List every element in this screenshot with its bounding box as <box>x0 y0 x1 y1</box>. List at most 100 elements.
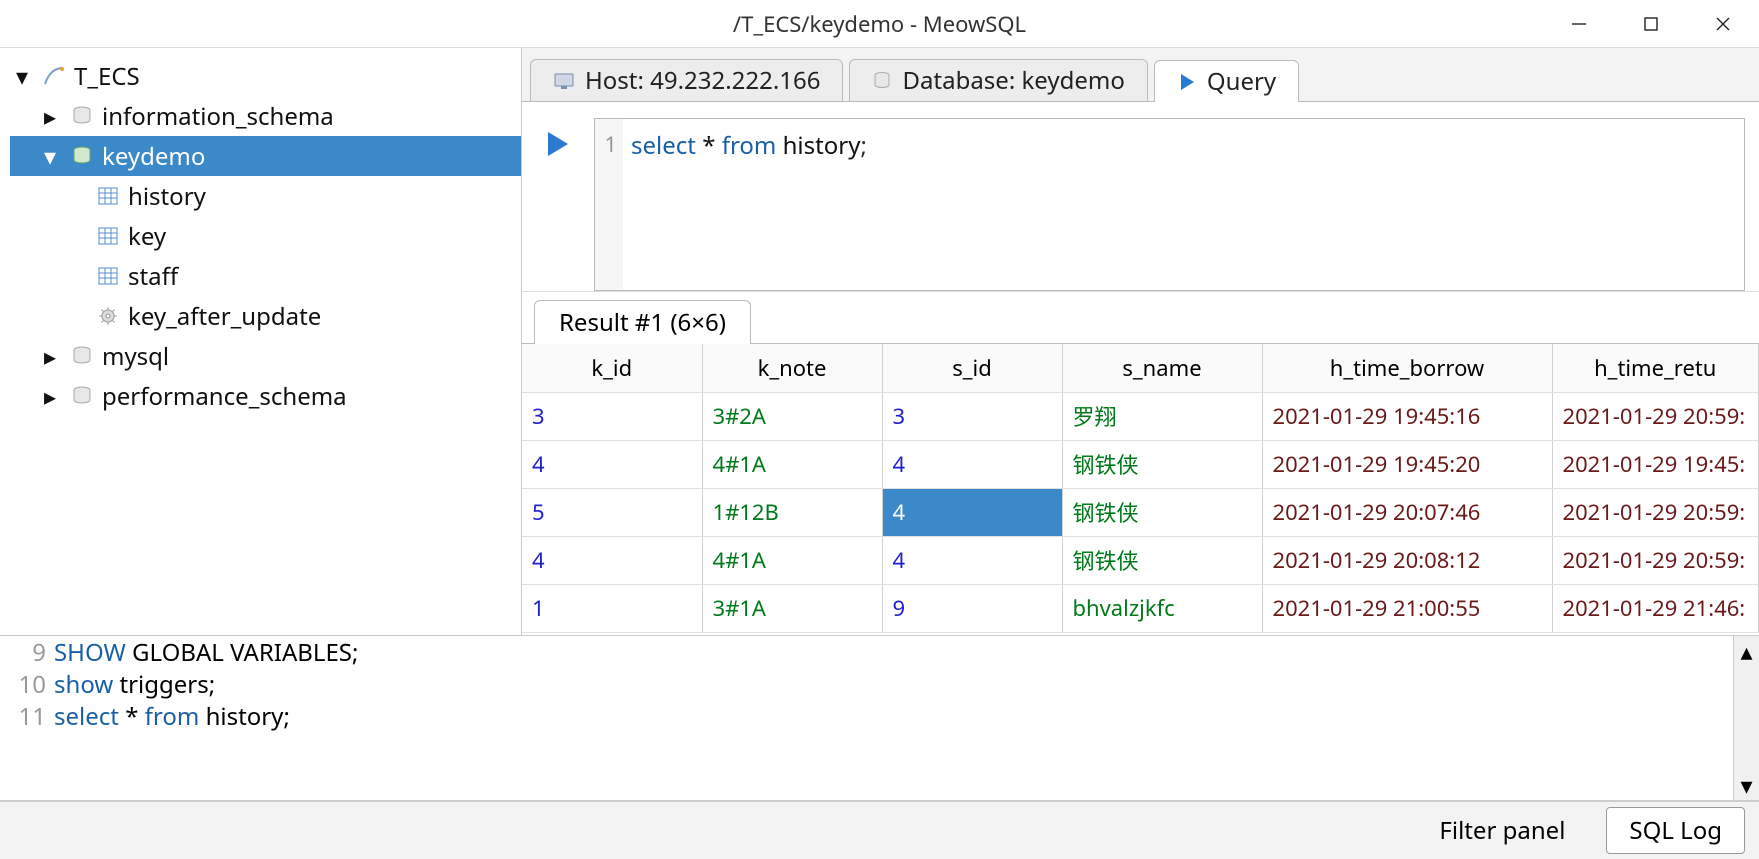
table-row[interactable]: 51#12B4钢铁侠2021-01-29 20:07:462021-01-29 … <box>522 488 1759 536</box>
run-query-button[interactable] <box>536 122 580 166</box>
grid-cell[interactable]: 1#12B <box>702 488 882 536</box>
result-tab-1[interactable]: Result #1 (6×6) <box>534 300 751 344</box>
database-active-icon <box>68 145 96 167</box>
window-controls <box>1543 0 1759 48</box>
table-row[interactable]: 44#1A4钢铁侠2021-01-29 20:08:122021-01-29 2… <box>522 536 1759 584</box>
chevron-right-icon[interactable]: ▸ <box>38 380 62 413</box>
grid-cell[interactable]: 4#1A <box>702 536 882 584</box>
tree-db-keydemo[interactable]: ▾ keydemo <box>10 136 521 176</box>
query-editor[interactable]: 1 select * from history; <box>594 118 1745 291</box>
grid-cell[interactable]: 罗翔 <box>1062 392 1262 440</box>
tree-table-label: history <box>128 180 206 213</box>
tree-db-label: keydemo <box>102 140 205 173</box>
grid-cell[interactable]: 3 <box>522 392 702 440</box>
tree-server[interactable]: ▾ T_ECS <box>10 56 521 96</box>
tree-table-label: staff <box>128 260 178 293</box>
grid-cell[interactable]: 4 <box>882 440 1062 488</box>
grid-cell[interactable]: 2021-01-29 19:45: <box>1552 440 1759 488</box>
grid-cell[interactable]: 钢铁侠 <box>1062 488 1262 536</box>
grid-cell[interactable]: 2021-01-29 19:45:20 <box>1262 440 1552 488</box>
database-icon <box>68 345 96 367</box>
log-line[interactable]: 10show triggers; <box>0 668 1733 700</box>
filter-panel-button[interactable]: Filter panel <box>1416 807 1588 854</box>
main-tabs: Host: 49.232.222.166 Database: keydemo Q… <box>522 48 1759 102</box>
grid-cell[interactable]: bhvalzjkfc <box>1062 584 1262 632</box>
grid-cell[interactable]: 4 <box>882 536 1062 584</box>
play-icon <box>1177 72 1197 92</box>
token-keyword: select <box>631 129 696 162</box>
scroll-down-icon[interactable]: ▾ <box>1734 770 1759 800</box>
grid-cell[interactable]: 4 <box>522 440 702 488</box>
tree-db-information_schema[interactable]: ▸ information_schema <box>10 96 521 136</box>
database-icon <box>872 71 892 91</box>
grid-cell[interactable]: 2021-01-29 20:59: <box>1552 488 1759 536</box>
close-button[interactable] <box>1687 0 1759 48</box>
maximize-button[interactable] <box>1615 0 1687 48</box>
tree-db-label: information_schema <box>102 100 334 133</box>
table-row[interactable]: 13#1A9bhvalzjkfc2021-01-29 21:00:552021-… <box>522 584 1759 632</box>
gear-icon <box>94 305 122 327</box>
chevron-down-icon[interactable]: ▾ <box>10 60 34 93</box>
grid-cell[interactable]: 2021-01-29 20:08:12 <box>1262 536 1552 584</box>
grid-cell[interactable]: 3#1A <box>702 584 882 632</box>
result-tab-label: Result #1 (6×6) <box>559 306 726 339</box>
grid-cell[interactable]: 2021-01-29 21:46: <box>1552 584 1759 632</box>
minimize-button[interactable] <box>1543 0 1615 48</box>
tab-database[interactable]: Database: keydemo <box>849 59 1147 101</box>
server-icon <box>40 64 68 88</box>
tree-table-key[interactable]: key <box>10 216 521 256</box>
grid-cell[interactable]: 4#1A <box>702 440 882 488</box>
grid-cell[interactable]: 2021-01-29 20:59: <box>1552 536 1759 584</box>
tree-db-label: performance_schema <box>102 380 347 413</box>
grid-cell[interactable]: 5 <box>522 488 702 536</box>
tree-table-staff[interactable]: staff <box>10 256 521 296</box>
grid-cell[interactable]: 4 <box>882 488 1062 536</box>
grid-cell[interactable]: 2021-01-29 20:59: <box>1552 392 1759 440</box>
chevron-right-icon[interactable]: ▸ <box>38 340 62 373</box>
log-line[interactable]: 9SHOW GLOBAL VARIABLES; <box>0 636 1733 668</box>
grid-cell[interactable]: 3#2A <box>702 392 882 440</box>
grid-cell[interactable]: 9 <box>882 584 1062 632</box>
grid-cell[interactable]: 3 <box>882 392 1062 440</box>
grid-cell[interactable]: 2021-01-29 19:45:16 <box>1262 392 1552 440</box>
grid-cell[interactable]: 2021-01-29 20:07:46 <box>1262 488 1552 536</box>
editor-gutter: 1 <box>595 119 623 290</box>
table-icon <box>94 265 122 287</box>
chevron-down-icon[interactable]: ▾ <box>38 140 62 173</box>
tree-db-label: mysql <box>102 340 169 373</box>
grid-cell[interactable]: 4 <box>522 536 702 584</box>
tab-database-label: Database: keydemo <box>902 64 1124 97</box>
column-header[interactable]: h_time_borrow <box>1262 344 1552 392</box>
log-scrollbar[interactable]: ▴ ▾ <box>1733 636 1759 800</box>
result-grid[interactable]: k_idk_notes_ids_nameh_time_borrowh_time_… <box>522 344 1759 635</box>
tree-table-history[interactable]: history <box>10 176 521 216</box>
database-icon <box>68 385 96 407</box>
table-icon <box>94 185 122 207</box>
chevron-right-icon[interactable]: ▸ <box>38 100 62 133</box>
tab-host[interactable]: Host: 49.232.222.166 <box>530 59 843 101</box>
tab-query[interactable]: Query <box>1154 60 1299 102</box>
table-row[interactable]: 33#2A3罗翔2021-01-29 19:45:162021-01-29 20… <box>522 392 1759 440</box>
scroll-up-icon[interactable]: ▴ <box>1734 636 1759 666</box>
tree-trigger-label: key_after_update <box>128 300 321 333</box>
tree-trigger-key_after_update[interactable]: key_after_update <box>10 296 521 336</box>
column-header[interactable]: s_id <box>882 344 1062 392</box>
grid-cell[interactable]: 钢铁侠 <box>1062 440 1262 488</box>
token-star: * <box>702 129 715 162</box>
column-header[interactable]: h_time_retu <box>1552 344 1759 392</box>
tab-host-label: Host: 49.232.222.166 <box>585 64 820 97</box>
column-header[interactable]: k_id <box>522 344 702 392</box>
table-row[interactable]: 44#1A4钢铁侠2021-01-29 19:45:202021-01-29 1… <box>522 440 1759 488</box>
grid-cell[interactable]: 钢铁侠 <box>1062 536 1262 584</box>
sidebar-tree[interactable]: ▾ T_ECS ▸ information_schema ▾ keydemo <box>0 48 522 635</box>
column-header[interactable]: s_name <box>1062 344 1262 392</box>
tree-db-mysql[interactable]: ▸ mysql <box>10 336 521 376</box>
grid-cell[interactable]: 2021-01-29 21:00:55 <box>1262 584 1552 632</box>
column-header[interactable]: k_note <box>702 344 882 392</box>
sql-log-button[interactable]: SQL Log <box>1606 807 1745 854</box>
grid-cell[interactable]: 1 <box>522 584 702 632</box>
tree-db-performance_schema[interactable]: ▸ performance_schema <box>10 376 521 416</box>
sql-log-panel[interactable]: 9SHOW GLOBAL VARIABLES;10show triggers;1… <box>0 636 1759 801</box>
tree-table-label: key <box>128 220 166 253</box>
log-line[interactable]: 11select * from history; <box>0 700 1733 732</box>
